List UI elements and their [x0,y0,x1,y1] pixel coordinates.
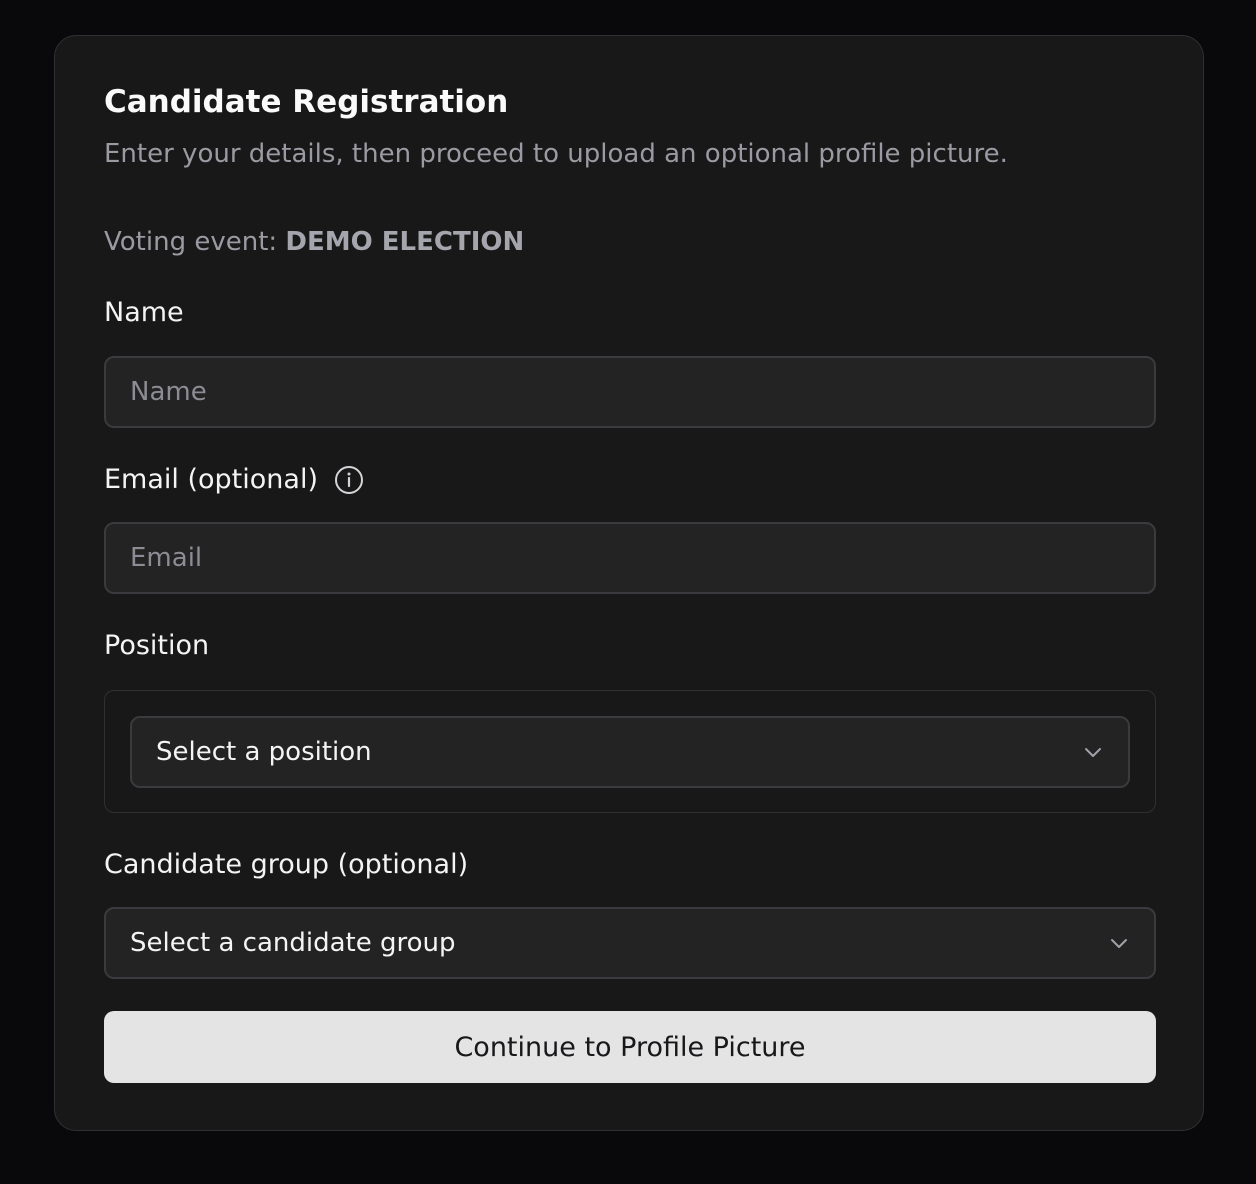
voting-event-name: DEMO ELECTION [285,227,525,257]
voting-event-line: Voting event: DEMO ELECTION [104,224,524,260]
voting-event-prefix: Voting event: [104,227,286,257]
candidate-group-label-text: Candidate group (optional) [104,849,469,880]
candidate-group-label: Candidate group (optional) [104,847,468,883]
email-input[interactable] [104,522,1156,594]
chevron-down-icon [1082,741,1104,763]
candidate-group-select[interactable]: Select a candidate group [104,907,1156,979]
position-select-container: Select a position [104,690,1156,813]
email-label-text: Email (optional) [104,464,318,495]
candidate-group-select-value: Select a candidate group [130,928,456,958]
page-title: Candidate Registration [104,84,509,120]
position-label-text: Position [104,630,210,661]
continue-button[interactable]: Continue to Profile Picture [104,1011,1156,1083]
info-icon[interactable] [334,465,364,495]
position-select[interactable]: Select a position [130,716,1130,788]
position-label: Position [104,628,209,664]
chevron-down-icon [1108,932,1130,954]
email-label: Email (optional) [104,462,364,498]
page-subtitle: Enter your details, then proceed to uplo… [104,139,1008,169]
name-input[interactable] [104,356,1156,428]
name-label: Name [104,295,184,331]
position-select-value: Select a position [156,737,372,767]
name-label-text: Name [104,297,184,328]
registration-card: Candidate Registration Enter your detail… [54,35,1204,1131]
